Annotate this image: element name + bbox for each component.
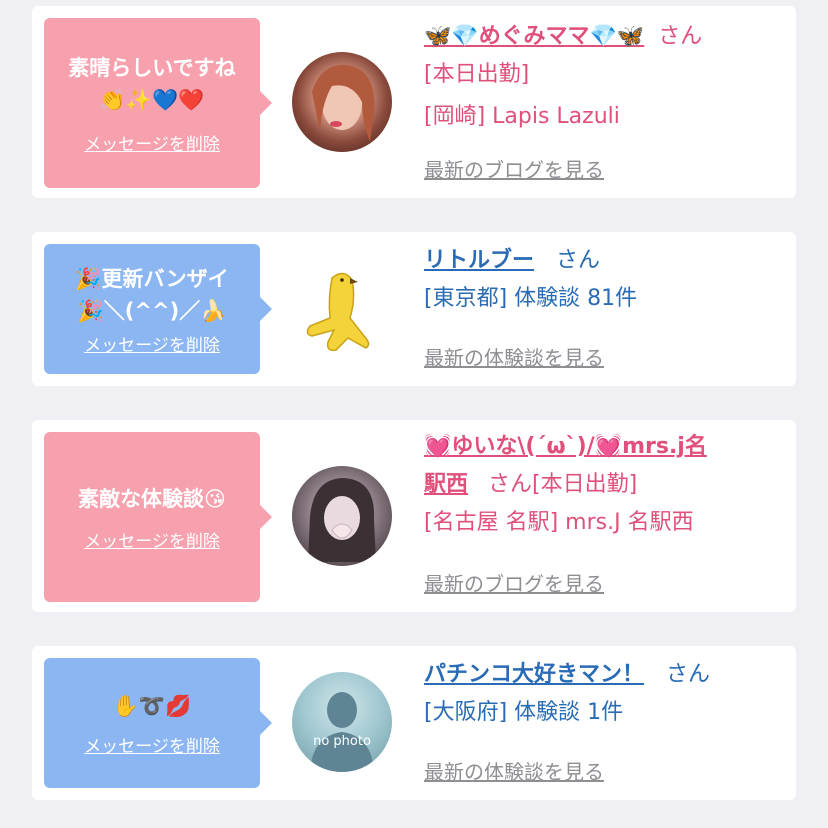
latest-blog-link[interactable]: 最新のブログを見る xyxy=(424,568,604,597)
message-text: 🎉更新バンザイ 🎉＼(^^)／🍌 xyxy=(75,266,229,323)
honorific: さん xyxy=(488,472,533,497)
profile-info: リトルブー さん [東京都] 体験談 81件 xyxy=(424,244,784,320)
work-status: [本日出勤] xyxy=(532,472,638,497)
profile-name-continued[interactable]: 駅西 xyxy=(424,472,468,497)
delete-message-link[interactable]: メッセージを削除 xyxy=(84,130,220,155)
avatar-photo-icon xyxy=(308,478,376,562)
avatar-photo-icon xyxy=(312,65,375,142)
no-photo-icon xyxy=(310,692,374,772)
message-bubble: 素敵な体験談😘 メッセージを削除 xyxy=(44,432,272,602)
avatar[interactable]: no photo xyxy=(292,672,392,772)
avatar[interactable] xyxy=(292,466,392,566)
avatar[interactable] xyxy=(292,258,392,358)
latest-review-link[interactable]: 最新の体験談を見る xyxy=(424,342,604,371)
delete-message-link[interactable]: メッセージを削除 xyxy=(84,331,220,356)
message-card: 素晴らしいですね 👏✨💙❤️ メッセージを削除 🦋💎めぐみママ💎🦋 さん [本日出… xyxy=(32,6,796,198)
profile-name[interactable]: 💓ゆいな\(´ω`)/💓mrs.j名 xyxy=(424,434,707,459)
message-card: 素敵な体験談😘 メッセージを削除 💓ゆいな\(´ω`)/💓mrs.j名 駅西 さん… xyxy=(32,420,796,612)
message-bubble: ✋➰💋 メッセージを削除 xyxy=(44,658,272,788)
delete-message-link[interactable]: メッセージを削除 xyxy=(84,732,220,757)
message-card: ✋➰💋 メッセージを削除 no photo パチンコ大好きマン！ さん [大阪府]… xyxy=(32,646,796,800)
profile-name[interactable]: パチンコ大好きマン！ xyxy=(424,662,644,687)
profile-info: 💓ゆいな\(´ω`)/💓mrs.j名 駅西 さん[本日出勤] [名古屋 名駅] m… xyxy=(424,430,784,544)
shop-location: [名古屋 名駅] mrs.J 名駅西 xyxy=(424,510,694,535)
message-text: ✋➰💋 xyxy=(112,693,192,718)
profile-info: パチンコ大好きマン！ さん [大阪府] 体験談 1件 xyxy=(424,658,784,734)
review-count: [大阪府] 体験談 1件 xyxy=(424,700,624,725)
profile-name[interactable]: リトルブー xyxy=(424,248,534,273)
honorific: さん xyxy=(556,248,601,273)
message-text: 素敵な体験談😘 xyxy=(78,486,226,511)
banana-icon xyxy=(306,272,370,352)
delete-message-link[interactable]: メッセージを削除 xyxy=(84,527,220,552)
latest-review-link[interactable]: 最新の体験談を見る xyxy=(424,756,604,785)
shop-location: [岡崎] Lapis Lazuli xyxy=(424,104,620,129)
message-text: 素晴らしいですね 👏✨💙❤️ xyxy=(68,55,236,112)
honorific: さん xyxy=(666,662,711,687)
profile-name[interactable]: 🦋💎めぐみママ💎🦋 xyxy=(424,24,644,49)
review-count: [東京都] 体験談 81件 xyxy=(424,286,638,311)
message-card: 🎉更新バンザイ 🎉＼(^^)／🍌 メッセージを削除 リトルブー さん [東京都] … xyxy=(32,232,796,386)
honorific: さん xyxy=(658,24,703,49)
message-bubble: 素晴らしいですね 👏✨💙❤️ メッセージを削除 xyxy=(44,18,272,188)
avatar[interactable] xyxy=(292,52,392,152)
profile-info: 🦋💎めぐみママ💎🦋 さん [本日出勤] [岡崎] Lapis Lazuli xyxy=(424,20,784,138)
work-status: [本日出勤] xyxy=(424,62,530,87)
latest-blog-link[interactable]: 最新のブログを見る xyxy=(424,154,604,183)
message-bubble: 🎉更新バンザイ 🎉＼(^^)／🍌 メッセージを削除 xyxy=(44,244,272,374)
no-photo-label: no photo xyxy=(313,734,371,749)
